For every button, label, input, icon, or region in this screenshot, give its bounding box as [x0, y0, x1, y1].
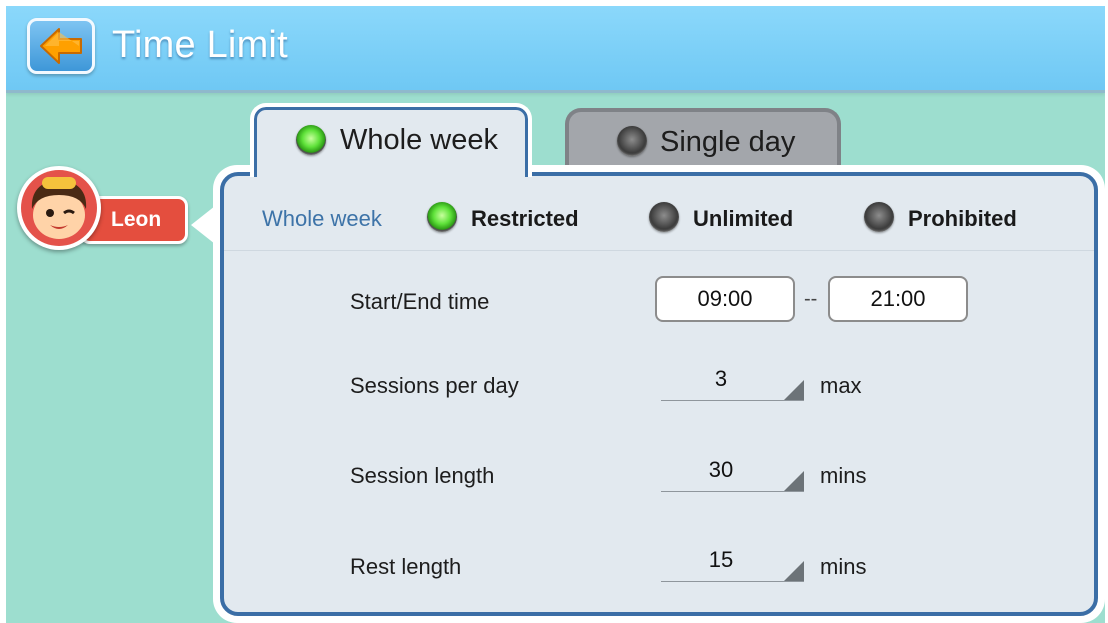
profile-name: Leon — [111, 208, 162, 231]
sessions-per-day-label: Sessions per day — [350, 373, 519, 398]
tab-label: Whole week — [340, 124, 498, 156]
tab-label: Single day — [660, 126, 796, 158]
avatar[interactable] — [17, 166, 101, 250]
radio-on-icon — [427, 202, 457, 232]
session-length-label: Session length — [350, 463, 495, 488]
end-time-field[interactable]: 21:00 — [828, 276, 968, 322]
settings-panel-inner: Whole week Restricted Unlimited Prohibit… — [220, 172, 1098, 616]
session-length-spinner[interactable]: 30 — [661, 457, 804, 492]
settings-panel: Whole week Restricted Unlimited Prohibit… — [213, 165, 1105, 623]
boy-face-icon — [21, 170, 97, 246]
rest-length-unit: mins — [820, 554, 867, 579]
app-window: Time Limit Whole week Single day Leon Wh… — [6, 6, 1105, 623]
rest-length-label: Rest length — [350, 554, 462, 579]
panel-pointer — [191, 206, 215, 244]
dropdown-corner-icon — [784, 380, 804, 400]
rest-length-spinner[interactable]: 15 — [661, 547, 804, 582]
radio-off-icon — [864, 202, 894, 232]
radio-off-icon — [649, 202, 679, 232]
tab-whole-week[interactable]: Whole week — [250, 103, 532, 177]
sessions-per-day-spinner[interactable]: 3 — [661, 366, 804, 401]
mode-label: Whole week — [262, 206, 382, 231]
tab-radio-on-icon — [296, 125, 326, 155]
sessions-per-day-value: 3 — [714, 366, 728, 391]
mode-option-label: Restricted — [471, 206, 579, 231]
dropdown-corner-icon — [784, 561, 804, 581]
tab-radio-off-icon — [617, 126, 647, 156]
mode-selector: Whole week Restricted Unlimited Prohibit… — [224, 176, 1094, 251]
mode-option-label: Unlimited — [693, 206, 794, 231]
start-end-time-label: Start/End time — [350, 289, 490, 314]
time-separator: -- — [804, 288, 818, 310]
tab-single-day[interactable]: Single day — [565, 108, 841, 168]
session-length-unit: mins — [820, 463, 867, 488]
dropdown-corner-icon — [784, 471, 804, 491]
back-arrow-icon — [40, 28, 82, 64]
sessions-unit: max — [820, 373, 862, 398]
start-time-field[interactable]: 09:00 — [655, 276, 795, 322]
back-button[interactable] — [27, 18, 95, 74]
page-title: Time Limit — [112, 24, 288, 66]
header-bar: Time Limit — [6, 6, 1105, 93]
mode-option-label: Prohibited — [908, 206, 1017, 231]
rest-length-value: 15 — [708, 547, 734, 572]
session-length-value: 30 — [708, 457, 734, 482]
